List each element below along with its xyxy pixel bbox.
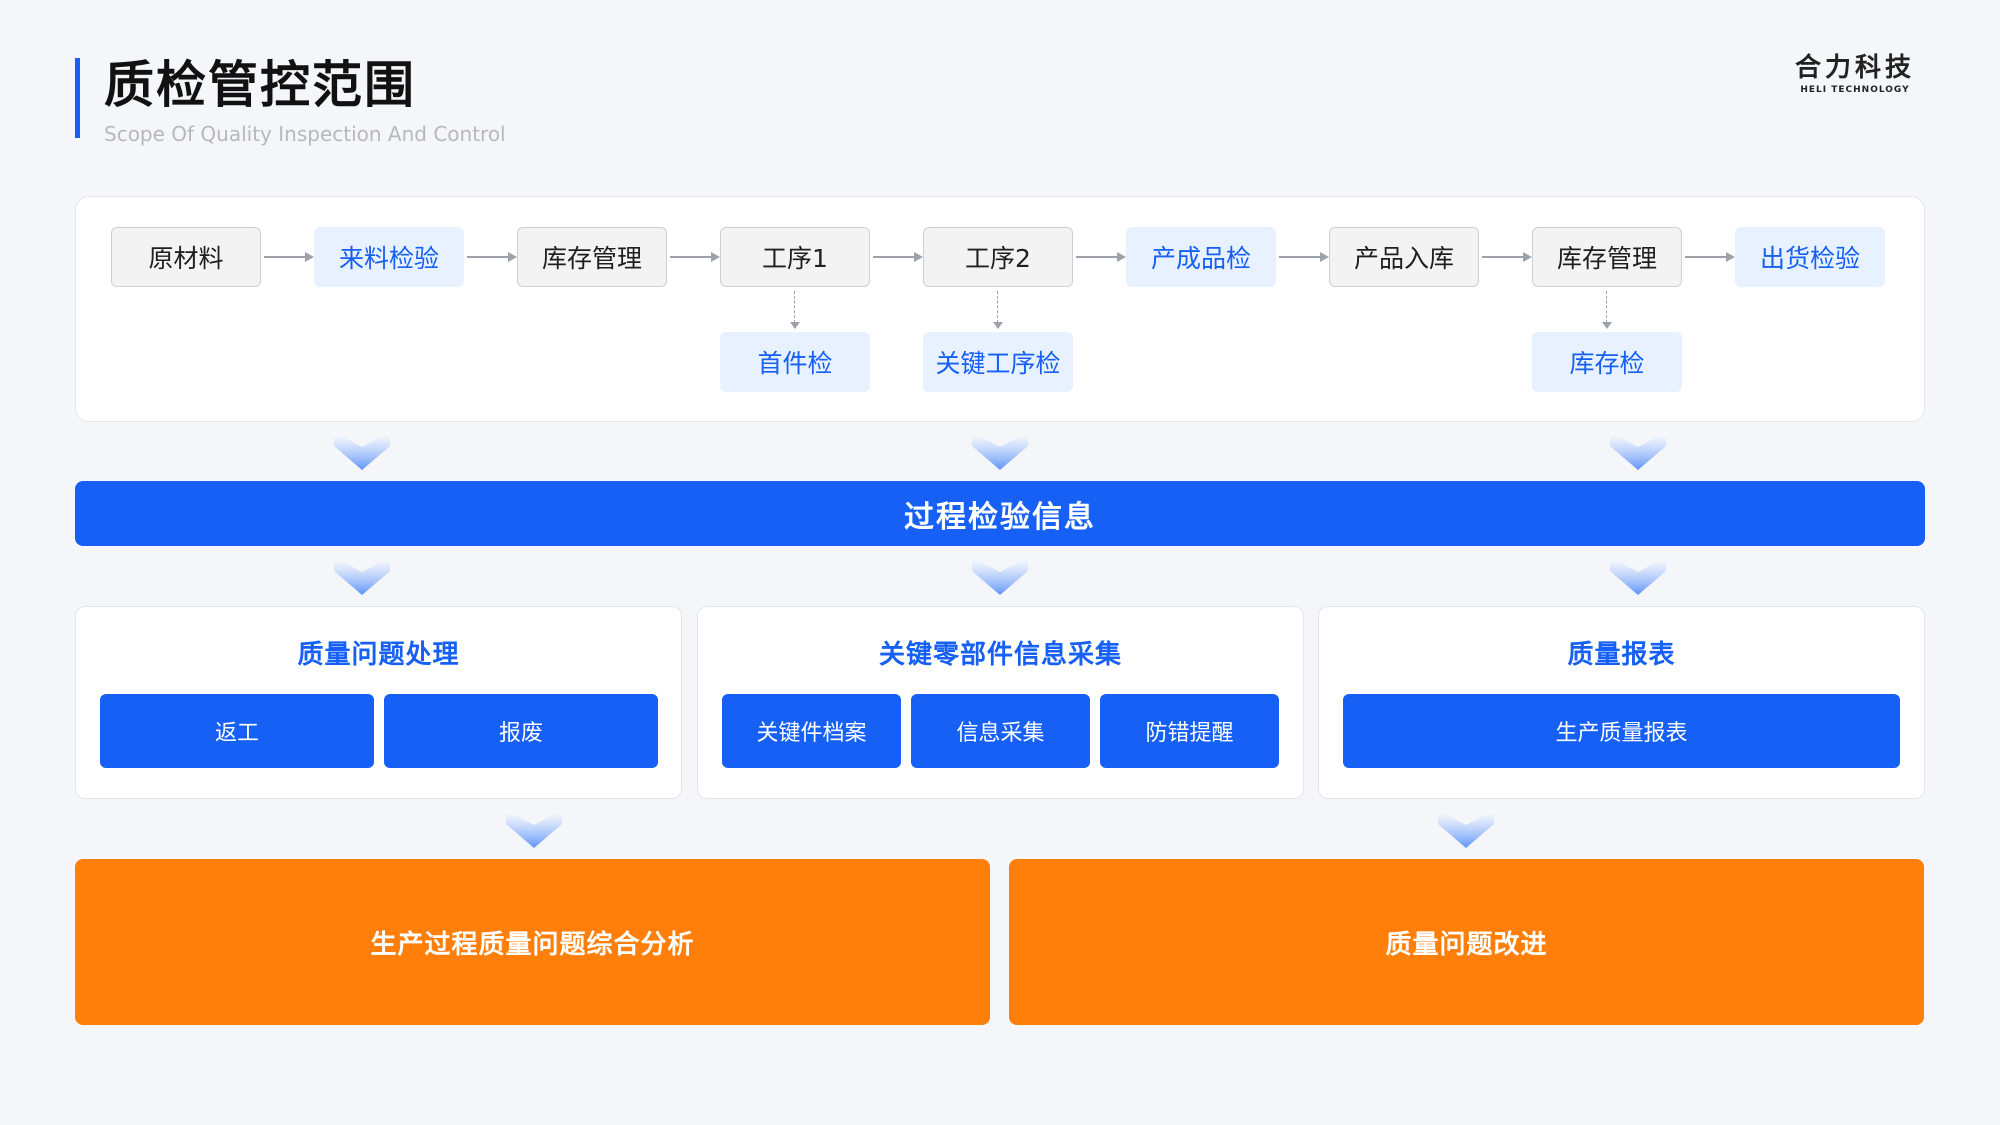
rework-button[interactable]: 返工 <box>100 694 374 768</box>
chevron-down-icon <box>1610 432 1666 470</box>
brand-logo: 合力科技 HELI TECHNOLOGY <box>1780 52 1930 96</box>
flow-arrow-icon <box>873 250 923 264</box>
info-collection-button[interactable]: 信息采集 <box>911 694 1090 768</box>
brand-name-en: HELI TECHNOLOGY <box>1800 85 1910 95</box>
sub-check-key-process: 关键工序检 <box>923 332 1073 392</box>
card-quality-report: 质量报表 生产质量报表 <box>1318 606 1925 799</box>
chevron-down-icon <box>506 810 562 848</box>
flow-step-process-2: 工序2 <box>923 227 1073 287</box>
process-flow-panel: 原材料 来料检验 库存管理 工序1 工序2 产成品检 产品入库 库存管理 出货检… <box>75 196 1925 422</box>
card-quality-issue-handling: 质量问题处理 返工 报废 <box>75 606 682 799</box>
flow-step-inventory-management: 库存管理 <box>517 227 667 287</box>
flow-arrow-icon <box>1482 250 1532 264</box>
sub-check-first-article: 首件检 <box>720 332 870 392</box>
card-title: 质量问题处理 <box>297 640 460 670</box>
key-parts-archive-button[interactable]: 关键件档案 <box>722 694 901 768</box>
card-title: 关键零部件信息采集 <box>878 640 1122 670</box>
flow-arrow-icon <box>264 250 314 264</box>
flow-arrow-icon <box>670 250 720 264</box>
flow-step-inventory-management-2: 库存管理 <box>1532 227 1682 287</box>
flow-step-raw-material: 原材料 <box>111 227 261 287</box>
flow-step-incoming-inspection: 来料检验 <box>314 227 464 287</box>
brand-name-cn: 合力科技 <box>1794 53 1915 83</box>
production-quality-report-button[interactable]: 生产质量报表 <box>1343 694 1900 768</box>
scrap-button[interactable]: 报废 <box>384 694 658 768</box>
chevron-down-icon <box>1438 810 1494 848</box>
page-subtitle: Scope Of Quality Inspection And Control <box>104 122 506 146</box>
down-arrow-icon <box>993 291 1003 329</box>
down-arrow-icon <box>1602 291 1612 329</box>
error-proofing-reminder-button[interactable]: 防错提醒 <box>1100 694 1279 768</box>
process-inspection-info-bar: 过程检验信息 <box>75 481 1925 546</box>
flow-step-process-1: 工序1 <box>720 227 870 287</box>
card-key-parts-info-collection: 关键零部件信息采集 关键件档案 信息采集 防错提醒 <box>697 606 1304 799</box>
down-arrow-icon <box>790 291 800 329</box>
sub-check-inventory: 库存检 <box>1532 332 1682 392</box>
page-title: 质检管控范围 <box>104 56 416 114</box>
chevron-down-icon <box>334 432 390 470</box>
chevron-down-icon <box>972 432 1028 470</box>
flow-arrow-icon <box>1076 250 1126 264</box>
chevron-down-icon <box>972 557 1028 595</box>
flow-arrow-icon <box>467 250 517 264</box>
chevron-down-icon <box>1610 557 1666 595</box>
chevron-down-icon <box>334 557 390 595</box>
flow-step-product-warehousing: 产品入库 <box>1329 227 1479 287</box>
result-comprehensive-analysis: 生产过程质量问题综合分析 <box>75 859 990 1025</box>
result-quality-improvement: 质量问题改进 <box>1009 859 1924 1025</box>
title-accent-bar <box>75 58 80 138</box>
flow-arrow-icon <box>1685 250 1735 264</box>
flow-arrow-icon <box>1279 250 1329 264</box>
flow-step-outgoing-inspection: 出货检验 <box>1735 227 1885 287</box>
flow-step-finished-product-inspection: 产成品检 <box>1126 227 1276 287</box>
card-title: 质量报表 <box>1567 640 1676 670</box>
